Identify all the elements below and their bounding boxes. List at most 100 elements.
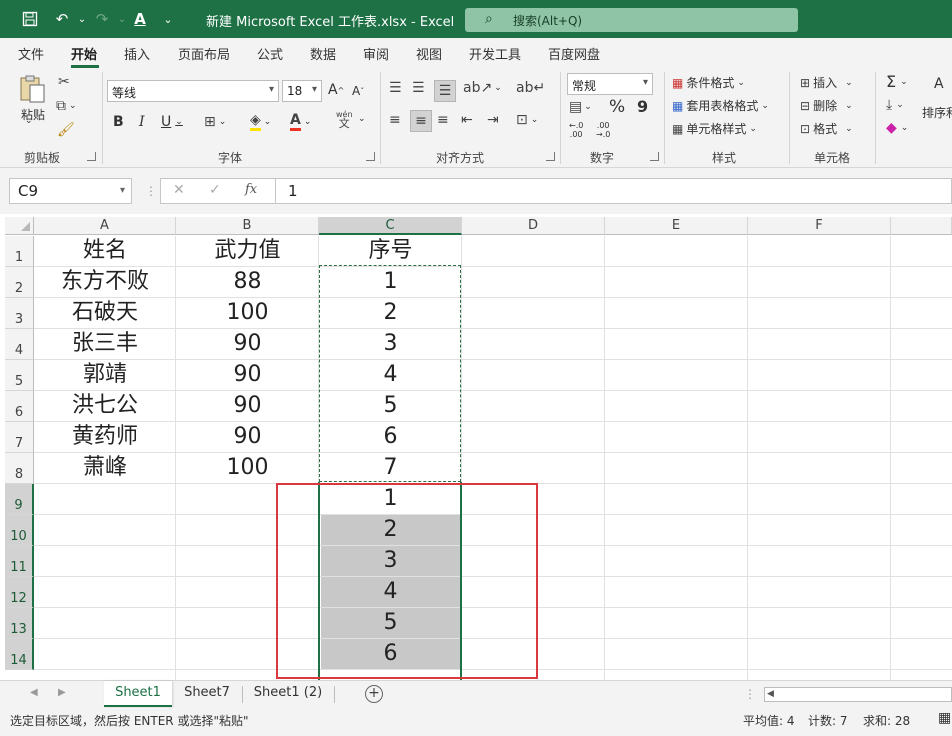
column-header-g[interactable] [891,217,952,235]
cell-c6[interactable]: 5 [319,391,462,421]
cell-c11[interactable]: 3 [321,546,460,576]
cell-c4[interactable]: 3 [319,329,462,359]
row-header-14[interactable]: 14 [5,639,34,670]
italic-button[interactable]: I [139,114,145,130]
grow-font-button[interactable]: A ^ [328,82,344,98]
row-header-11[interactable]: 11 [5,546,34,577]
merge-center-button[interactable]: ⊡ ⌄ [516,112,538,128]
tab-formulas[interactable]: 公式 [257,44,283,63]
undo-dropdown-icon[interactable]: ⌄ [72,9,92,29]
align-right-button[interactable]: ≡ [437,112,449,128]
formula-bar-grip[interactable]: ⋮ [145,184,157,198]
redo-dropdown-icon[interactable]: ⌄ [112,9,132,29]
tab-baidu-netdisk[interactable]: 百度网盘 [548,44,600,63]
row-header-9[interactable]: 9 [5,484,34,515]
tab-file[interactable]: 文件 [18,44,44,63]
cell-c3[interactable]: 2 [319,298,462,328]
paste-dropdown-icon[interactable]: ⌄ [25,116,33,126]
fill-button[interactable]: ⤓ ⌄ [886,97,904,113]
insert-function-icon[interactable]: fx [245,182,257,197]
cell-b1[interactable]: 武力值 [176,236,319,266]
row-header-10[interactable]: 10 [5,515,34,546]
row-header-3[interactable]: 3 [5,298,34,329]
bold-button[interactable]: B [113,114,124,130]
tab-review[interactable]: 审阅 [363,44,389,63]
cell-b3[interactable]: 100 [176,298,319,328]
row-header-13[interactable]: 13 [5,608,34,639]
tab-view[interactable]: 视图 [416,44,442,63]
column-header-a[interactable]: A [34,217,176,235]
sheet-tab-sheet1[interactable]: Sheet1 [104,681,172,707]
conditional-formatting-button[interactable]: ▦ 条件格式 ⌄ [672,74,745,91]
accounting-format-button[interactable]: ▤ ⌄ [569,99,592,115]
customize-qat-icon[interactable]: ⌄ [158,9,178,29]
font-dialog-launcher[interactable] [366,152,375,161]
redo-icon[interactable]: ↷ [92,9,112,29]
underline-button[interactable]: U ⌄ [161,114,183,130]
format-cells-button[interactable]: ⊡ 格式 ⌄ [800,120,853,137]
name-box[interactable]: C9 ▾ [9,178,132,204]
column-header-d[interactable]: D [462,217,605,235]
cell-a2[interactable]: 东方不败 [34,267,176,297]
search-input[interactable]: ⌕ 搜索(Alt+Q) [465,8,798,32]
align-middle-button[interactable]: ☰ [412,80,425,96]
row-header-4[interactable]: 4 [5,329,34,360]
status-count[interactable]: 计数: 7 [808,712,848,729]
align-top-button[interactable]: ☰ [389,80,402,96]
shrink-font-button[interactable]: Aˇ [352,84,364,98]
cell-c5[interactable]: 4 [319,360,462,390]
row-header-1[interactable]: 1 [5,236,34,267]
cell-c14[interactable]: 6 [321,639,460,669]
orientation-button[interactable]: ab↗ ⌄ [463,80,502,96]
clipboard-dialog-launcher[interactable] [87,152,96,161]
number-format-select[interactable]: 常规 ▾ [567,73,653,95]
sheet-tab-sheet7[interactable]: Sheet7 [176,681,238,707]
cell-styles-button[interactable]: ▦ 单元格样式 ⌄ [672,120,757,137]
comma-style-button[interactable]: 9 [637,97,648,116]
cell-b8[interactable]: 100 [176,453,319,483]
row-header-5[interactable]: 5 [5,360,34,391]
prev-sheet-icon[interactable]: ◀ [30,687,38,698]
sort-filter-button[interactable]: A 排序和 [922,76,952,121]
tab-data[interactable]: 数据 [310,44,336,63]
cell-a7[interactable]: 黄药师 [34,422,176,452]
cancel-icon[interactable]: ✕ [173,182,185,198]
next-sheet-icon[interactable]: ▶ [58,687,66,698]
cell-c2[interactable]: 1 [319,267,462,297]
row-header-8[interactable]: 8 [5,453,34,484]
status-average[interactable]: 平均值: 4 [743,712,795,729]
wrap-text-button[interactable]: ab↵ [516,80,545,96]
cell-b5[interactable]: 90 [176,360,319,390]
format-painter-button[interactable]: 🖌 [57,122,75,138]
add-sheet-button[interactable]: + [365,685,383,703]
insert-cells-button[interactable]: ⊞ 插入 ⌄ [800,74,853,91]
cell-c7[interactable]: 6 [319,422,462,452]
sheet-tab-sheet1-2[interactable]: Sheet1 (2) [248,681,328,707]
cell-b2[interactable]: 88 [176,267,319,297]
increase-decimal-button[interactable]: ←.0.00 [569,121,583,139]
row-header-6[interactable]: 6 [5,391,34,422]
horizontal-scrollbar[interactable]: ◀ [764,687,952,702]
cell-c10[interactable]: 2 [321,515,460,545]
copy-button[interactable]: ⧉ ⌄ [56,98,77,114]
column-header-f[interactable]: F [748,217,891,235]
cell-a8[interactable]: 萧峰 [34,453,176,483]
enter-icon[interactable]: ✓ [209,182,221,198]
decrease-decimal-button[interactable]: .00 →.0 [596,121,610,139]
fill-color-button[interactable]: ◈ ⌄ [250,112,271,131]
cell-b6[interactable]: 90 [176,391,319,421]
cell-c8[interactable]: 7 [319,453,462,483]
normal-view-icon[interactable]: ▦ [938,710,951,726]
alignment-dialog-launcher[interactable] [546,152,555,161]
tab-page-layout[interactable]: 页面布局 [178,44,230,63]
font-color-icon[interactable]: A [130,9,150,29]
row-header-2[interactable]: 2 [5,267,34,298]
cell-c1[interactable]: 序号 [319,236,462,266]
formula-input[interactable]: 1 [276,178,952,204]
undo-icon[interactable]: ↶ [52,9,72,29]
paste-button[interactable]: 粘贴 [18,74,48,123]
row-header-12[interactable]: 12 [5,577,34,608]
align-bottom-button[interactable]: ☰ [434,80,456,102]
font-name-select[interactable]: 等线 ▾ [107,80,279,102]
select-all-button[interactable] [5,217,34,235]
